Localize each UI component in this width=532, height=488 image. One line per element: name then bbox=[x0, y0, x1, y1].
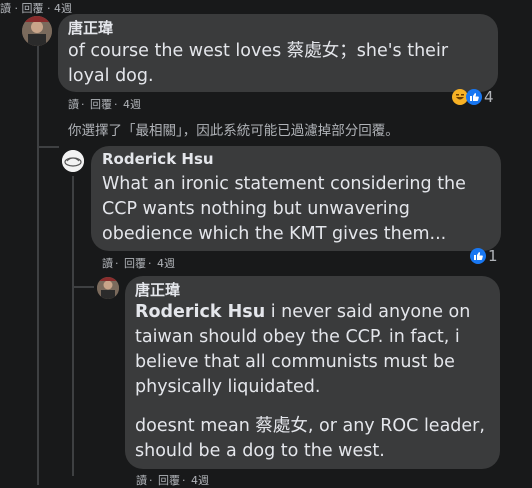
avatar[interactable] bbox=[22, 16, 52, 46]
avatar-photo-icon bbox=[97, 277, 119, 299]
avatar-photo-icon bbox=[62, 150, 84, 172]
timestamp[interactable]: 4週 bbox=[191, 474, 209, 487]
thread-line bbox=[72, 176, 74, 476]
comment-author[interactable]: 唐正瑋 bbox=[68, 17, 113, 38]
read-link[interactable]: 讀 bbox=[68, 98, 79, 111]
comment-text-line: should be a dog to the west. bbox=[135, 441, 385, 461]
reply-link[interactable]: 回覆 bbox=[22, 2, 44, 15]
comment-text-line: obedience which the KMT gives them... bbox=[102, 224, 447, 244]
filter-notice: 你選擇了「最相關」，因此系統可能已過濾掉部分回覆。 bbox=[68, 123, 399, 139]
reaction-count: 4 bbox=[484, 88, 494, 106]
comment-actions: 讀 · 回覆 · 4週 bbox=[102, 257, 175, 270]
timestamp[interactable]: 4週 bbox=[54, 2, 72, 15]
read-link[interactable]: 讀 bbox=[0, 2, 11, 15]
avatar[interactable] bbox=[62, 150, 84, 172]
comment-actions: 讀 · 回覆 · 4週 bbox=[136, 474, 209, 487]
avatar-photo-icon bbox=[22, 16, 52, 46]
comment-text-line: CCP wants nothing but unwavering bbox=[102, 199, 410, 219]
reply-link[interactable]: 回覆 bbox=[124, 257, 146, 270]
comment-text-line: physically liquidated. bbox=[135, 377, 321, 397]
mention-link[interactable]: Roderick Hsu bbox=[135, 302, 265, 322]
comment-actions: 讀 · 回覆 · 4週 bbox=[68, 98, 141, 111]
comment-author[interactable]: 唐正瑋 bbox=[135, 279, 180, 300]
thread-line-branch bbox=[37, 146, 59, 148]
read-link[interactable]: 讀 bbox=[102, 257, 113, 270]
comment-text-line: Roderick Hsu i never said anyone on bbox=[135, 302, 471, 322]
comment-text-line: loyal dog. bbox=[68, 66, 154, 86]
comment-bubble: 唐正瑋 of course the west loves 蔡處女；she's t… bbox=[58, 14, 498, 92]
comment-text-line: of course the west loves 蔡處女；she's their bbox=[68, 41, 449, 61]
comment-text-line: believe that all communists must be bbox=[135, 352, 455, 372]
reply-link[interactable]: 回覆 bbox=[90, 98, 112, 111]
comment-bubble: 唐正瑋 Roderick Hsu i never said anyone on … bbox=[125, 276, 500, 469]
reaction-count: 1 bbox=[488, 247, 498, 265]
reaction-summary[interactable]: 4 bbox=[452, 88, 494, 106]
comment-text-line: taiwan should obey the CCP. in fact, i bbox=[135, 327, 460, 347]
avatar[interactable] bbox=[97, 277, 119, 299]
like-icon bbox=[470, 248, 486, 264]
comment-text-line: What an ironic statement considering the bbox=[102, 174, 466, 194]
thread-line bbox=[37, 40, 39, 485]
comment-text-line: doesnt mean 蔡處女, or any ROC leader, bbox=[135, 416, 485, 436]
comment-bubble: Roderick Hsu What an ironic statement co… bbox=[91, 146, 501, 251]
reply-link[interactable]: 回覆 bbox=[158, 474, 180, 487]
like-icon bbox=[466, 89, 482, 105]
read-link[interactable]: 讀 bbox=[136, 474, 147, 487]
comment-author[interactable]: Roderick Hsu bbox=[102, 150, 214, 168]
timestamp[interactable]: 4週 bbox=[123, 98, 141, 111]
thread-line-branch bbox=[72, 286, 94, 288]
reaction-summary[interactable]: 1 bbox=[470, 247, 498, 265]
timestamp[interactable]: 4週 bbox=[157, 257, 175, 270]
